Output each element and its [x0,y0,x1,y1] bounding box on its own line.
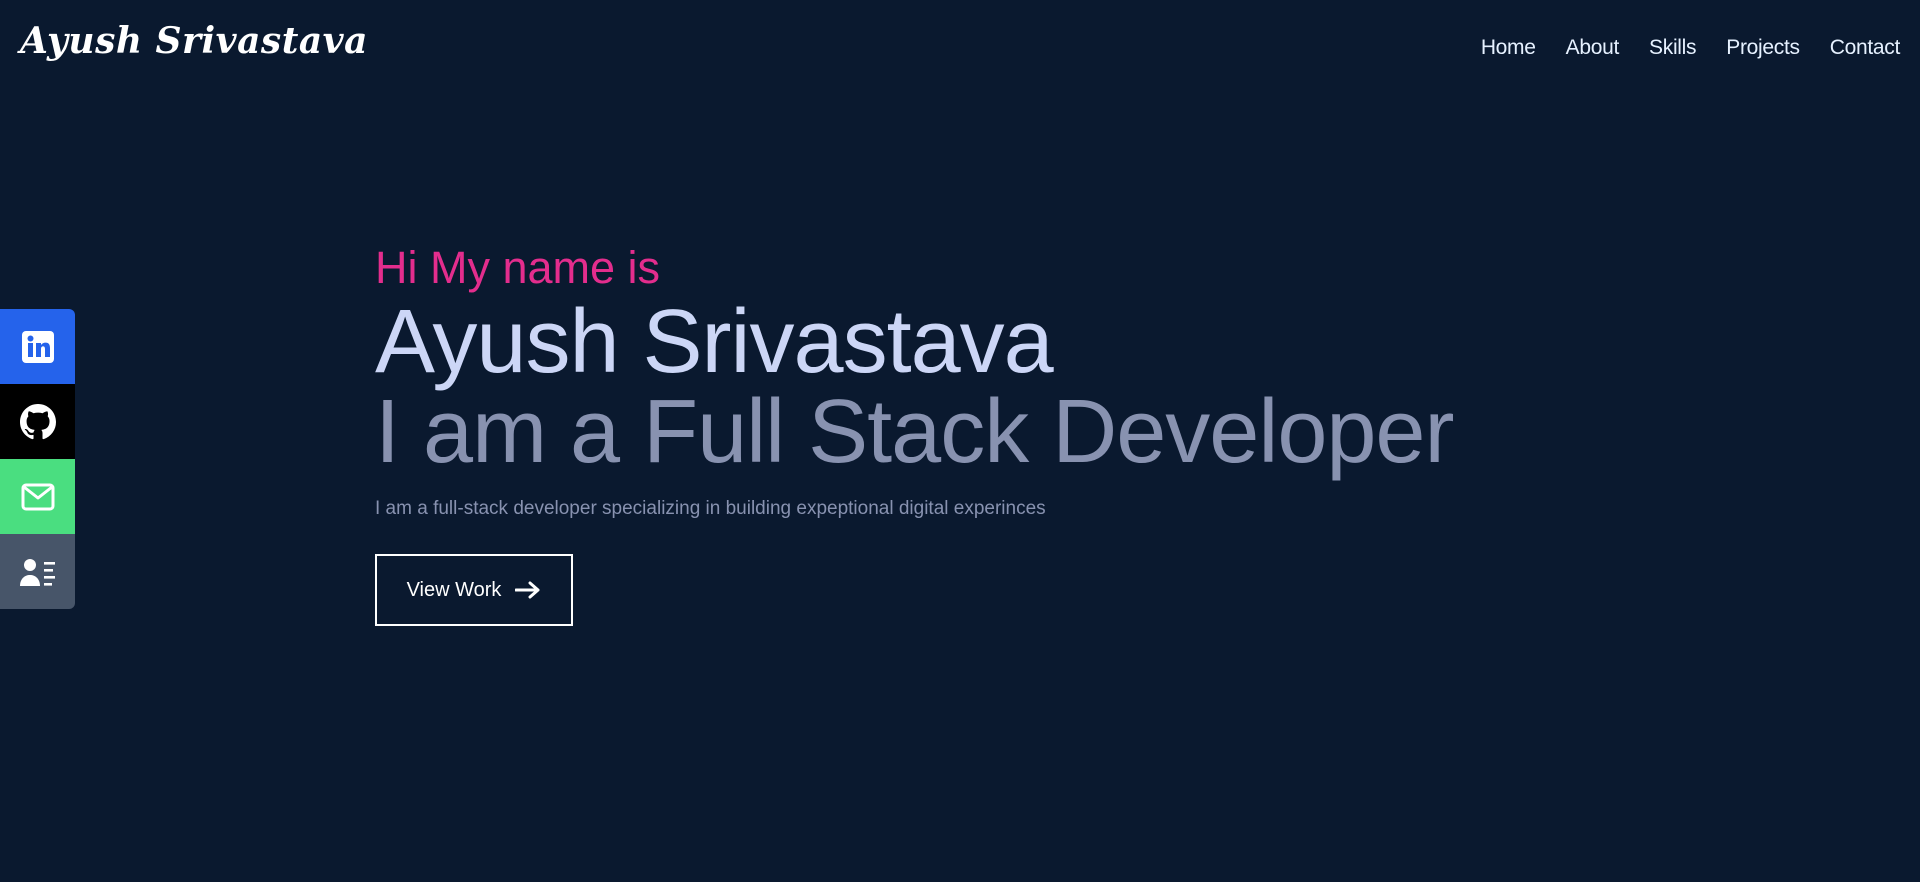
linkedin-link[interactable] [0,309,75,384]
view-work-button[interactable]: View Work [375,554,573,626]
arrow-right-icon [515,581,540,599]
social-sidebar [0,309,75,609]
hero-role: I am a Full Stack Developer [375,382,1454,482]
site-logo[interactable]: Ayush Srivastava [20,20,368,62]
nav-about[interactable]: About [1566,36,1620,60]
email-link[interactable] [0,459,75,534]
resume-icon [19,558,55,586]
main-nav: Home About Skills Projects Contact [1481,36,1900,60]
github-link[interactable] [0,384,75,459]
github-icon [19,403,56,439]
page: Ayush Srivastava Home About Skills Proje… [0,0,1920,882]
hero-section: Hi My name is Ayush Srivastava I am a Fu… [375,240,1454,626]
linkedin-icon [21,330,54,363]
nav-skills[interactable]: Skills [1649,36,1697,60]
nav-home[interactable]: Home [1481,36,1536,60]
hero-name: Ayush Srivastava [375,292,1054,392]
greeting-text: Hi My name is [375,242,661,293]
nav-contact[interactable]: Contact [1830,36,1901,60]
resume-link[interactable] [0,534,75,609]
mail-icon [21,483,54,510]
nav-projects[interactable]: Projects [1726,36,1800,60]
view-work-label: View Work [406,578,502,601]
hero-description: I am a full-stack developer specializing… [375,498,1046,519]
